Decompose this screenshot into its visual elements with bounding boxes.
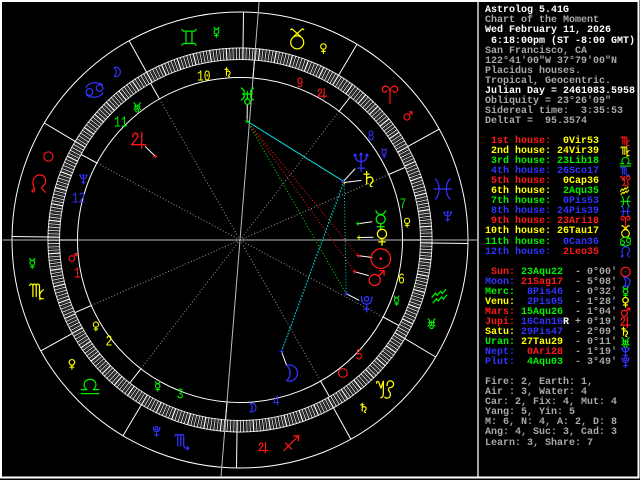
svg-text:10: 10 (197, 68, 211, 85)
svg-text:1: 1 (74, 265, 81, 282)
svg-text:3: 3 (177, 386, 184, 403)
svg-text:11: 11 (114, 114, 128, 131)
svg-text:4: 4 (273, 393, 280, 410)
svg-text:6: 6 (398, 271, 405, 288)
svg-text:8: 8 (368, 128, 375, 145)
svg-text:12: 12 (72, 190, 86, 207)
svg-text:2: 2 (106, 333, 113, 350)
svg-text:5: 5 (356, 347, 363, 364)
svg-text:9: 9 (297, 75, 304, 92)
svg-text:7: 7 (400, 196, 407, 213)
